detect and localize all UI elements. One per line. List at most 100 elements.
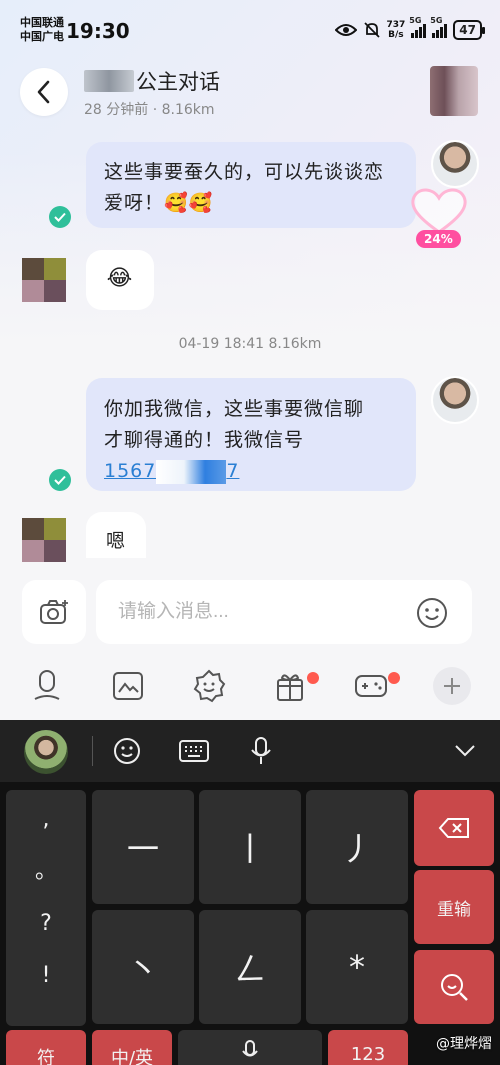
net-speed-value: 737	[386, 20, 406, 30]
intimacy-percent: 24%	[416, 230, 461, 248]
chevron-down-icon	[455, 745, 475, 757]
emoji-button[interactable]	[416, 597, 448, 629]
number-key-label: 123	[350, 1044, 386, 1065]
message-text: 嗯	[105, 530, 126, 552]
microphone-icon	[242, 1040, 258, 1057]
key-stroke-pie[interactable]: 丿	[306, 790, 408, 904]
phone-suffix: 7	[226, 460, 240, 482]
divider-time: 04-19 18:41	[178, 336, 265, 352]
symbols-key[interactable]: 符	[6, 1030, 86, 1065]
microphone-icon	[251, 737, 271, 764]
image-icon	[113, 672, 143, 700]
message-text-line-2: 才聊得通的！我微信号	[104, 429, 305, 451]
keyboard-toolbar-divider	[92, 736, 93, 766]
message-text-line-1: 你加我微信，这些事要微信聊	[104, 398, 365, 420]
smiley-icon	[114, 738, 140, 764]
status-indicators: 737 B/s 5G 5G 47	[334, 16, 485, 42]
key-question[interactable]: ?	[40, 898, 52, 950]
battery-icon: 47	[453, 20, 485, 40]
peer-profile-avatar[interactable]	[430, 66, 478, 116]
voice-button[interactable]	[29, 668, 65, 704]
gift-notification-dot	[307, 672, 319, 684]
signal-2-icon: 5G	[430, 16, 448, 38]
redacted-phone-digits	[156, 459, 227, 484]
chevron-left-icon	[37, 80, 50, 104]
watermark: @理烨熠	[436, 1036, 492, 1052]
back-button[interactable]	[20, 68, 68, 116]
phone-prefix: 1567	[104, 460, 157, 482]
read-check-icon	[49, 206, 71, 228]
camera-button[interactable]	[22, 580, 86, 644]
message-bubble-self[interactable]: 这些事要蚕久的，可以先谈谈恋爱呀！🥰🥰	[86, 142, 416, 228]
key-wildcard[interactable]: *	[306, 910, 408, 1024]
camera-icon	[40, 600, 68, 624]
image-button[interactable]	[110, 668, 146, 704]
chat-title: 公主对话	[84, 66, 220, 96]
chat-title-text: 公主对话	[136, 70, 220, 94]
game-notification-dot	[388, 672, 400, 684]
key-stroke-shu[interactable]: 丨	[199, 790, 301, 904]
self-avatar[interactable]	[431, 376, 479, 424]
keyboard-layout-button[interactable]	[179, 736, 209, 766]
lang-switch-key[interactable]: 中/英	[92, 1030, 172, 1065]
network-speed: 737 B/s	[387, 20, 406, 40]
sticker-icon	[193, 669, 226, 703]
space-key[interactable]	[178, 1030, 322, 1065]
intimacy-heart-widget[interactable]: 24%	[408, 186, 470, 252]
phone-number-link[interactable]: 1567 7	[104, 456, 398, 487]
key-stroke-heng[interactable]: 一	[92, 790, 194, 904]
peer-avatar[interactable]	[22, 518, 66, 562]
signal-1-icon: 5G	[409, 16, 427, 38]
message-text: 这些事要蚕久的，可以先谈谈恋爱呀！🥰🥰	[104, 161, 385, 214]
time-divider: 04-19 18:41 8.16km	[0, 336, 500, 352]
key-period[interactable]: 。	[35, 846, 57, 898]
backspace-key[interactable]	[414, 790, 494, 866]
read-check-icon	[49, 469, 71, 491]
message-text: 😂	[106, 266, 134, 291]
search-smile-icon	[441, 974, 468, 1001]
plus-icon	[444, 678, 460, 694]
symbols-key-label: 符	[37, 1048, 55, 1065]
chat-subtitle: 28 分钟前 · 8.16km	[84, 102, 215, 118]
keyboard: , 。 ? ! 一 丨 丿 丶 ㄥ * 重输 符 中/英 123 @理烨熠	[0, 720, 500, 1065]
heart-icon	[411, 188, 467, 234]
keyboard-collapse-button[interactable]	[450, 736, 480, 766]
backspace-icon	[438, 818, 469, 838]
punctuation-column[interactable]: , 。 ? !	[6, 790, 86, 1026]
signal-2-label: 5G	[430, 16, 443, 25]
redacted-name	[84, 70, 134, 92]
signal-1-label: 5G	[409, 16, 422, 25]
net-speed-unit: B/s	[388, 30, 404, 40]
message-bubble-peer[interactable]: 嗯	[86, 512, 146, 558]
keyboard-voice-button[interactable]	[246, 736, 276, 766]
keyboard-icon	[179, 740, 209, 762]
gift-icon	[277, 674, 303, 701]
self-avatar[interactable]	[431, 140, 479, 188]
carrier-2: 中国广电	[20, 30, 64, 43]
keyboard-toolbar	[0, 720, 500, 782]
keyboard-emoji-button[interactable]	[112, 736, 142, 766]
key-stroke-zhe[interactable]: ㄥ	[199, 910, 301, 1024]
key-stroke-dian[interactable]: 丶	[92, 910, 194, 1024]
message-bubble-self[interactable]: 你加我微信，这些事要微信聊 才聊得通的！我微信号 1567 7	[86, 378, 416, 491]
gamepad-icon	[355, 675, 387, 697]
carrier-names: 中国联通 中国广电	[20, 16, 64, 44]
reset-key[interactable]: 重输	[414, 870, 494, 944]
search-key[interactable]	[414, 950, 494, 1024]
game-button[interactable]	[353, 668, 389, 704]
smiley-icon	[417, 598, 447, 628]
mute-bell-icon	[363, 22, 380, 38]
keyboard-skin-avatar[interactable]	[24, 730, 68, 774]
gift-button[interactable]	[272, 668, 308, 704]
carrier-1: 中国联通	[20, 16, 64, 29]
peer-avatar[interactable]	[22, 258, 66, 302]
key-comma[interactable]: ,	[43, 794, 50, 846]
number-key[interactable]: 123	[328, 1030, 408, 1065]
more-button[interactable]	[433, 667, 471, 705]
sticker-button[interactable]	[191, 668, 227, 704]
message-bubble-peer[interactable]: 😂	[86, 250, 154, 310]
microphone-icon	[34, 670, 60, 700]
status-bar: 中国联通 中国广电 19:30 737 B/s 5G 5G 47	[0, 0, 500, 60]
key-exclamation[interactable]: !	[42, 950, 51, 1002]
eye-icon	[334, 24, 357, 36]
